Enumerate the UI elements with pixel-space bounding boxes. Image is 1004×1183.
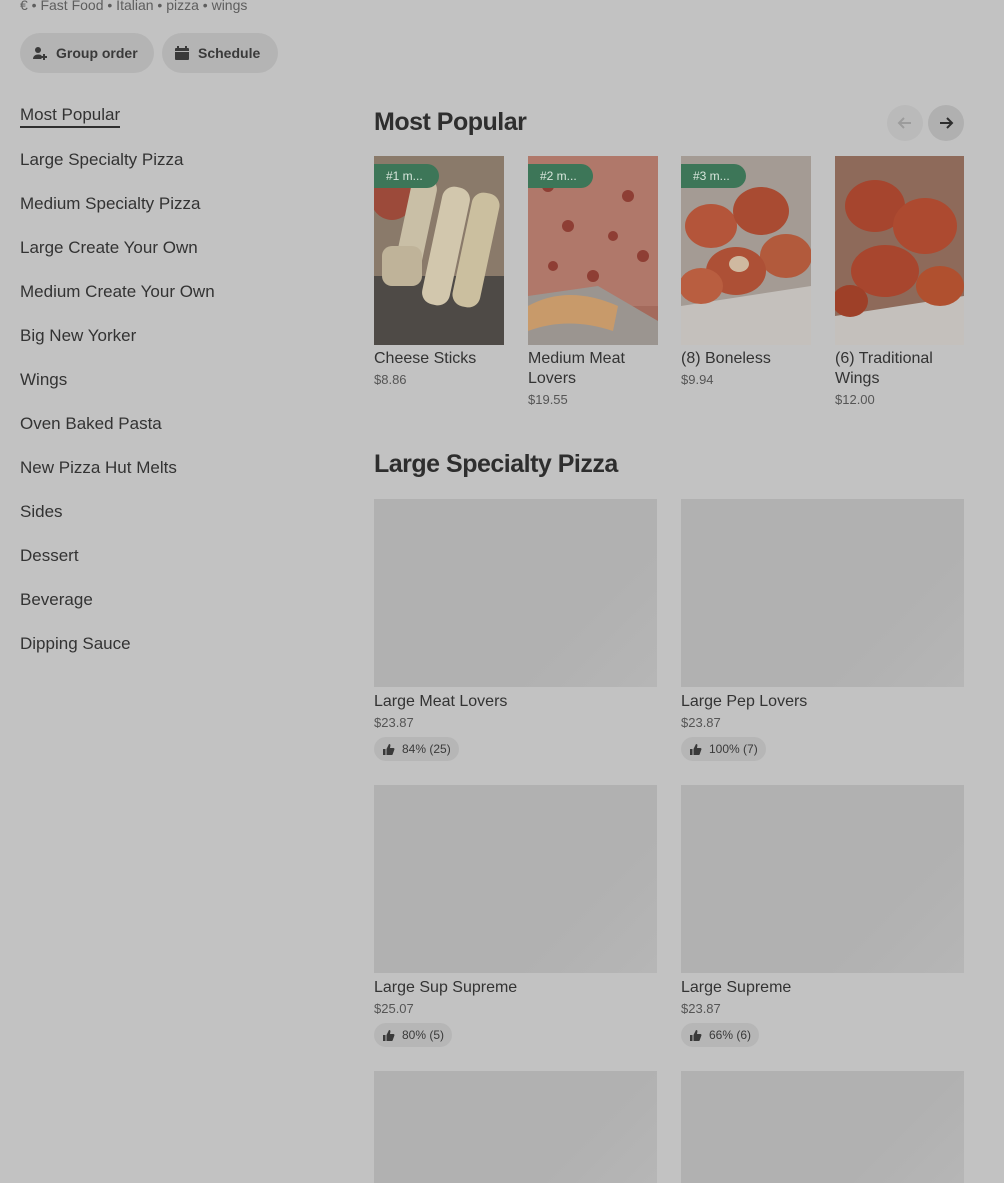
rating-text: 84% (25)	[402, 742, 451, 756]
nav-item-large-create-your-own[interactable]: Large Create Your Own	[20, 226, 215, 270]
group-order-label: Group order	[56, 45, 138, 61]
nav-item-medium-create-your-own[interactable]: Medium Create Your Own	[20, 270, 215, 314]
menu-item-card[interactable]: Large Supreme $23.87 66% (6)	[681, 785, 964, 1047]
item-image-placeholder	[681, 499, 964, 687]
nav-item-new-pizza-hut-melts[interactable]: New Pizza Hut Melts	[20, 446, 215, 490]
popular-item-card[interactable]: #1 m... Cheese Sticks $8.86	[374, 156, 504, 387]
group-order-button[interactable]: Group order	[20, 33, 154, 73]
item-name: Cheese Sticks	[374, 350, 477, 367]
item-name: Medium Meat Lovers	[528, 350, 625, 387]
thumbs-up-icon	[690, 743, 702, 755]
item-image-placeholder	[374, 785, 657, 973]
nav-item-sides[interactable]: Sides	[20, 490, 215, 534]
carousel-next-button[interactable]	[928, 105, 964, 141]
popular-item-card[interactable]: (6) Traditional Wings $12.00	[835, 156, 964, 407]
item-price: $8.86	[374, 372, 407, 387]
schedule-button[interactable]: Schedule	[162, 33, 278, 73]
item-image-placeholder	[374, 1071, 657, 1183]
arrow-right-icon	[940, 117, 954, 129]
item-price: $23.87	[681, 1001, 721, 1016]
item-price: $19.55	[528, 392, 568, 407]
rating-badge: 100% (7)	[681, 737, 766, 761]
rank-badge: #1 m...	[374, 164, 439, 188]
thumbs-up-icon	[383, 1029, 395, 1041]
thumbs-up-icon	[690, 1029, 702, 1041]
nav-item-big-new-yorker[interactable]: Big New Yorker	[20, 314, 215, 358]
cuisine-tags: € • Fast Food • Italian • pizza • wings	[20, 0, 248, 13]
nav-item-medium-specialty-pizza[interactable]: Medium Specialty Pizza	[20, 182, 215, 226]
nav-item-wings[interactable]: Wings	[20, 358, 215, 402]
rating-badge: 84% (25)	[374, 737, 459, 761]
meat-lovers-image: #2 m...	[528, 156, 658, 345]
nav-item-large-specialty-pizza[interactable]: Large Specialty Pizza	[20, 138, 215, 182]
menu-item-card[interactable]	[374, 1071, 657, 1183]
item-price: $25.07	[374, 1001, 414, 1016]
rating-badge: 80% (5)	[374, 1023, 453, 1047]
category-nav: Most Popular Large Specialty Pizza Mediu…	[20, 94, 215, 666]
rating-text: 100% (7)	[709, 742, 758, 756]
rating-text: 66% (6)	[709, 1028, 752, 1042]
item-image-placeholder	[374, 499, 657, 687]
item-name: (6) Traditional Wings	[835, 350, 933, 387]
calendar-icon	[175, 46, 189, 60]
menu-item-card[interactable]: Large Sup Supreme $25.07 80% (5)	[374, 785, 657, 1047]
item-price: $9.94	[681, 372, 714, 387]
most-popular-heading: Most Popular	[374, 108, 527, 136]
order-actions: Group order Schedule	[20, 33, 278, 73]
popular-item-card[interactable]: #2 m... Medium Meat Lovers $19.55	[528, 156, 658, 407]
item-name: Large Pep Lovers	[681, 693, 808, 710]
item-price: $23.87	[681, 715, 721, 730]
item-name: (8) Boneless	[681, 350, 771, 367]
item-image-placeholder	[681, 1071, 964, 1183]
nav-item-dessert[interactable]: Dessert	[20, 534, 215, 578]
item-image-placeholder	[681, 785, 964, 973]
thumbs-up-icon	[383, 743, 395, 755]
item-name: Large Sup Supreme	[374, 979, 518, 996]
rank-badge: #3 m...	[681, 164, 746, 188]
nav-item-dipping-sauce[interactable]: Dipping Sauce	[20, 622, 215, 666]
nav-item-beverage[interactable]: Beverage	[20, 578, 215, 622]
traditional-wings-image	[835, 156, 964, 345]
arrow-left-icon	[897, 117, 911, 129]
item-name: Large Meat Lovers	[374, 693, 508, 710]
cheese-sticks-image: #1 m...	[374, 156, 504, 345]
item-name: Large Supreme	[681, 979, 792, 996]
add-person-icon	[33, 47, 47, 60]
popular-item-card[interactable]: #3 m... (8) Boneless $9.94	[681, 156, 811, 387]
menu-item-card[interactable]	[681, 1071, 964, 1183]
menu-item-card[interactable]: Large Meat Lovers $23.87 84% (25)	[374, 499, 657, 761]
boneless-wings-image: #3 m...	[681, 156, 811, 345]
rating-text: 80% (5)	[402, 1028, 445, 1042]
large-specialty-heading: Large Specialty Pizza	[374, 450, 618, 478]
schedule-label: Schedule	[198, 45, 261, 61]
item-price: $23.87	[374, 715, 414, 730]
rating-badge: 66% (6)	[681, 1023, 760, 1047]
nav-item-oven-baked-pasta[interactable]: Oven Baked Pasta	[20, 402, 215, 446]
nav-item-most-popular[interactable]: Most Popular	[20, 94, 215, 138]
carousel-prev-button[interactable]	[887, 105, 923, 141]
menu-item-card[interactable]: Large Pep Lovers $23.87 100% (7)	[681, 499, 964, 761]
rank-badge: #2 m...	[528, 164, 593, 188]
item-price: $12.00	[835, 392, 875, 407]
